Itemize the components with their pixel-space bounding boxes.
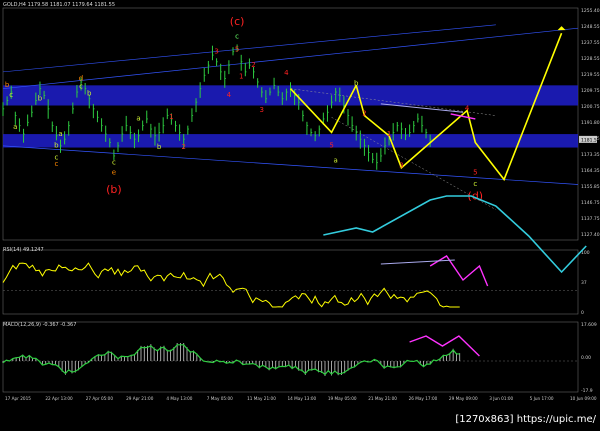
x-tick-label: 7 May 05:00: [207, 396, 233, 401]
wave-label: 1: [387, 130, 391, 138]
trading-chart: 1255.40 1248.55 1237.55 1228.55 1219.55 1209.…: [0, 0, 600, 427]
wave-label: c: [79, 83, 83, 91]
macd-panel-frame: [2, 321, 579, 393]
wave-label: b: [87, 89, 92, 97]
x-tick-label: 21 May 21:00: [368, 396, 397, 401]
current-price-label: 1181.55: [581, 137, 600, 143]
wave-label: 2: [251, 61, 255, 69]
rsi-lilac-arrow: [380, 259, 455, 265]
wave-label: e: [112, 168, 116, 176]
wave-label: (c): [230, 15, 245, 28]
price-y-tick: 1200.75: [581, 104, 600, 110]
x-tick-label: 3 Jun 01:00: [489, 396, 513, 401]
wave-label: b: [157, 143, 162, 151]
x-tick-label: 26 May 17:00: [409, 396, 438, 401]
watermark-text: [1270x863] https://upic.me/: [455, 414, 596, 425]
wave-label: 1: [239, 73, 243, 81]
macd-y-tick: 17.609: [581, 322, 597, 328]
rsi-y-tick: 0: [581, 310, 584, 316]
wave-label: b: [54, 142, 59, 150]
x-tick-label: 17 Apr 2015: [5, 396, 31, 401]
wave-label: a: [334, 157, 338, 165]
wave-label: c: [9, 91, 13, 99]
price-panel-frame: [2, 7, 579, 241]
x-tick-label: 29 Apr 21:00: [126, 396, 154, 401]
wave-label: 3: [260, 106, 264, 114]
x-tick-label: 11 May 21:00: [247, 396, 276, 401]
yellow-wave-projection: [355, 32, 563, 182]
wave-label: 2: [181, 143, 185, 151]
wave-label: b: [38, 94, 43, 102]
price-y-tick: 1146.75: [581, 200, 600, 206]
wave-label: b: [5, 81, 10, 89]
macd-label: MACD(12,26,9) -0.367 -0.367: [3, 322, 77, 328]
wave-label: (b): [106, 183, 122, 196]
x-tick-label: 10 Jun 09:00: [570, 396, 597, 401]
symbol-header: GOLD,H4 1179.58 1181.07 1179.64 1181.55: [3, 2, 116, 8]
wave-label: 5: [329, 142, 333, 150]
support-zone: [3, 134, 578, 148]
yellow-arrowhead: [557, 26, 566, 31]
cyan-projection: [323, 195, 587, 274]
wave-label: 4: [284, 69, 289, 77]
price-y-tick: 1219.55: [581, 72, 600, 78]
wave-label: a: [58, 130, 62, 138]
price-y-tick: 1137.75: [581, 216, 600, 222]
wave-label: c: [473, 180, 477, 188]
x-tick-label: 4 May 13:00: [166, 396, 192, 401]
x-tick-label: 22 Apr 13:00: [45, 396, 73, 401]
price-y-tick: 1228.55: [581, 56, 600, 62]
macd-magenta-projection: [409, 335, 480, 357]
wave-label: b: [354, 79, 359, 87]
price-y-tick: 1164.35: [581, 168, 600, 174]
x-tick-label: 14 May 13:00: [288, 396, 317, 401]
wave-label: a: [13, 123, 17, 131]
x-tick-label: 27 Apr 05:00: [86, 396, 114, 401]
wave-label: 4: [465, 105, 470, 113]
wave-label: 4: [227, 91, 232, 99]
wave-label: c: [112, 158, 116, 166]
wave-label: 3: [399, 162, 403, 170]
macd-y-tick: 0.00: [581, 355, 591, 361]
chart-canvas: 1255.40 1248.55 1237.55 1228.55 1219.55 1209.…: [2, 7, 600, 401]
wave-label: c: [54, 160, 58, 168]
rsi-label: RSI(14) 49.1247: [3, 247, 44, 253]
x-tick-label: 5 Jun 17:00: [530, 396, 554, 401]
wave-label: c: [235, 32, 239, 40]
macd-line: [2, 344, 460, 376]
x-tick-label: 29 May 09:00: [449, 396, 478, 401]
wave-label: d: [79, 74, 83, 82]
price-y-tick: 1155.85: [581, 184, 600, 190]
price-y-tick: 1173.35: [581, 152, 600, 158]
price-y-tick: 1255.40: [581, 8, 600, 14]
rsi-panel-frame: [2, 249, 579, 315]
price-y-tick: 1248.55: [581, 24, 600, 30]
wave-label: 1: [169, 113, 173, 121]
macd-y-tick: -17.9: [581, 388, 593, 394]
wave-label: 5: [473, 168, 477, 176]
price-y-tick: 1191.80: [581, 120, 600, 126]
wave-label: a: [136, 115, 140, 123]
x-tick-label: 19 May 05:00: [328, 396, 357, 401]
lower-channel-line: [2, 145, 579, 185]
price-y-tick: 1127.40: [581, 232, 600, 238]
price-bars: [2, 44, 432, 170]
rsi-y-tick: 37: [581, 280, 587, 286]
wave-label: 2: [362, 110, 366, 118]
price-y-tick: 1237.55: [581, 40, 600, 46]
wave-label: 5: [235, 46, 239, 54]
upper-channel-line: [2, 27, 579, 90]
wave-label: 3: [214, 47, 218, 55]
price-y-tick: 1209.75: [581, 88, 600, 94]
rsi-line: [2, 262, 460, 308]
